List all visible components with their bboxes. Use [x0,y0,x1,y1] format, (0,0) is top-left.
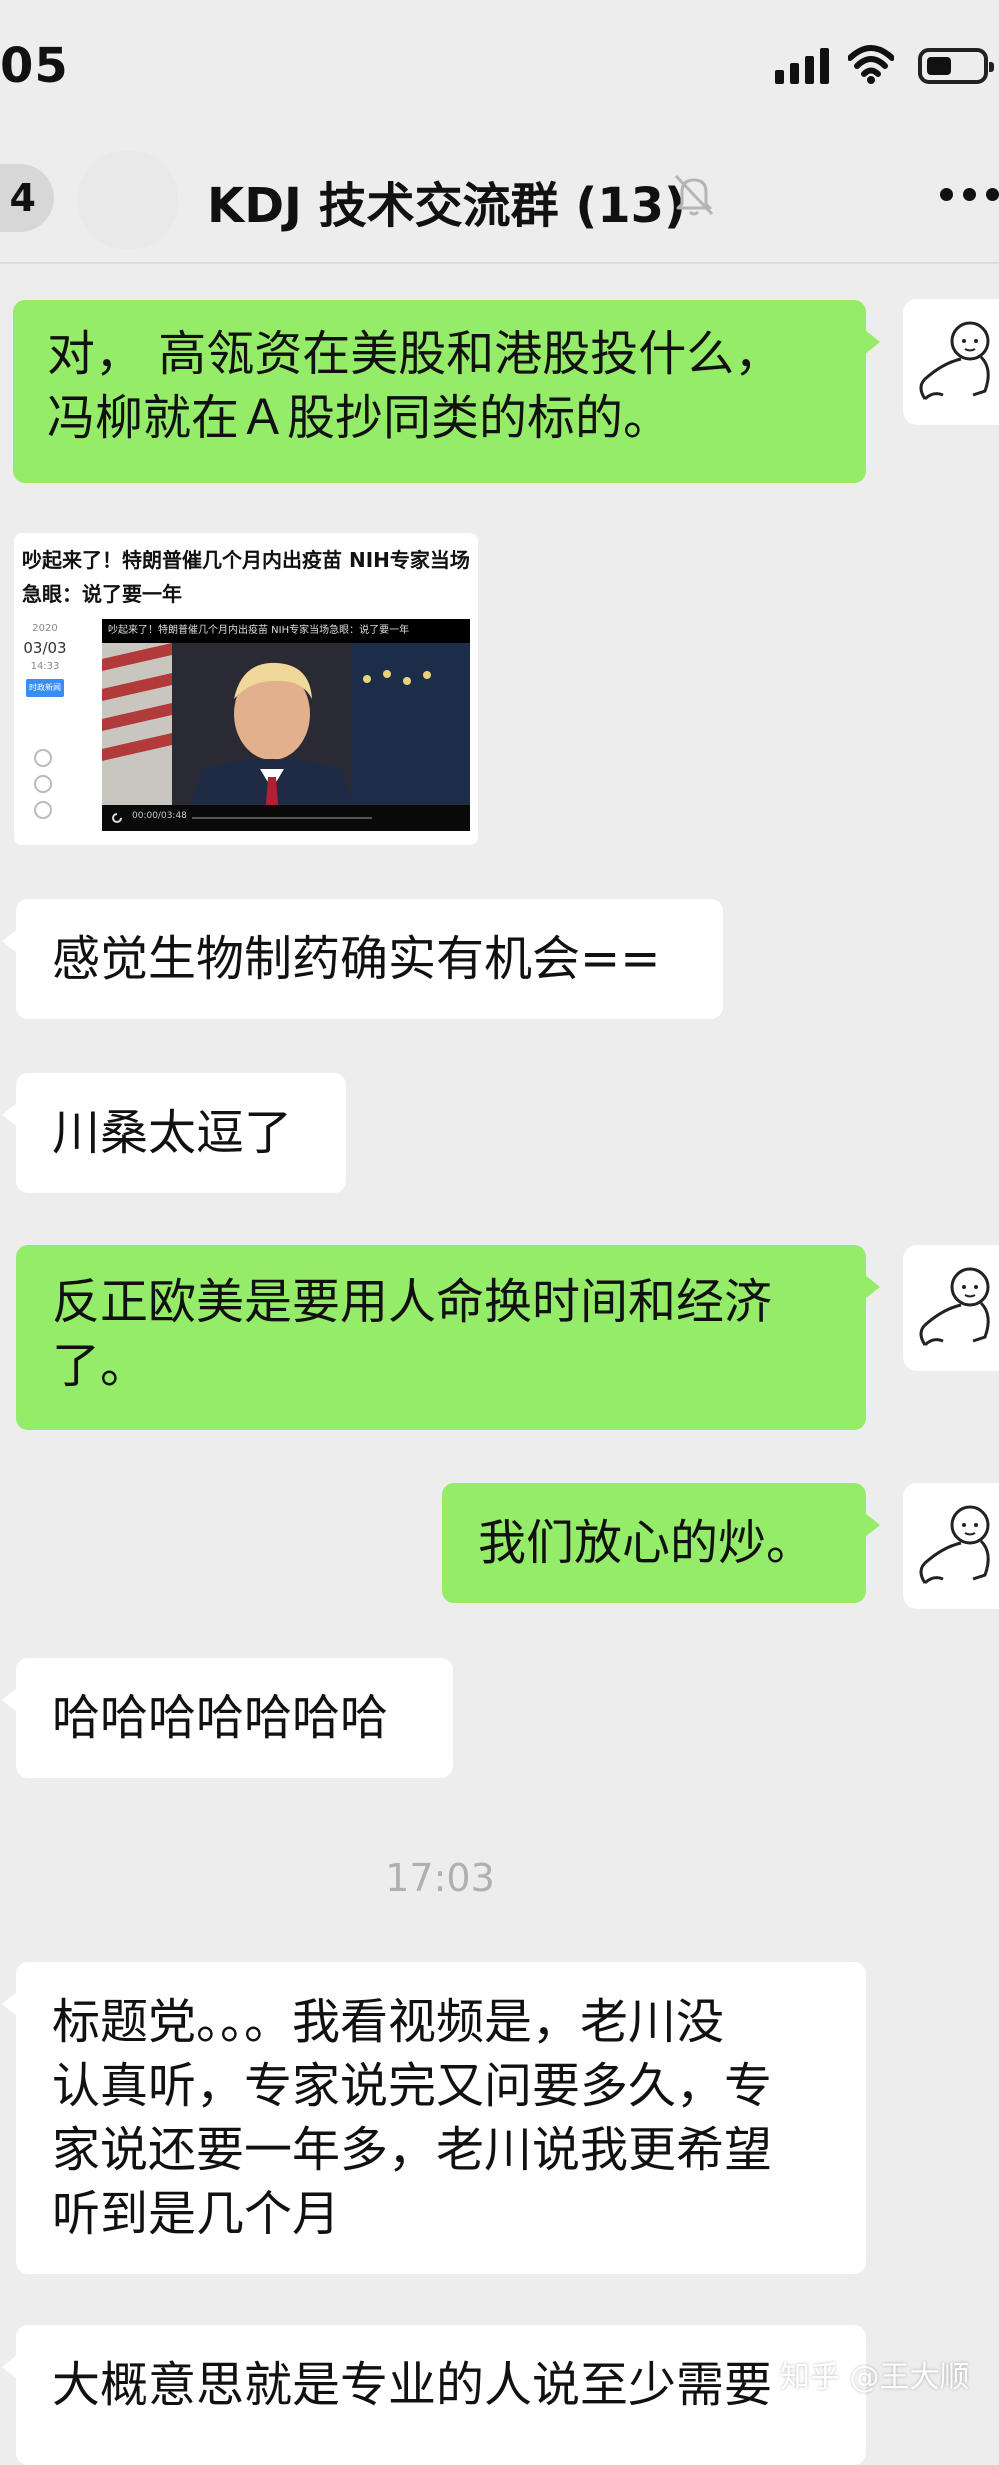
message-line: 了。 [52,1338,149,1394]
message-bubble[interactable]: 哈哈哈哈哈哈哈 [2,1658,453,1778]
card-tag: 时政新闻 [26,679,64,697]
back-unread-count[interactable]: 4 [0,164,54,232]
message-line: 川桑太逗了 [52,1105,293,1161]
message-bubble[interactable]: 感觉生物制药确实有机会== [2,899,723,1019]
video-time: 00:00/03:48 [132,811,187,821]
message-bubble[interactable]: 我们放心的炒。 [442,1483,880,1603]
chat-title: KDJ 技术交流群 (13) [207,178,686,234]
card-date-md: 03/03 [23,639,67,657]
shared-link-card[interactable]: 吵起来了！特朗普催几个月内出疫苗 NIH专家当场急眼：说了要一年 2020 03… [14,533,478,845]
card-date-time: 14:33 [30,661,60,672]
watermark: 知乎 @王大顺 [780,2360,970,2395]
message-line: 家说还要一年多，老川说我更希望 [52,2122,773,2178]
back-button[interactable] [78,150,178,250]
wifi-icon [848,45,894,84]
message-line: 认真听，专家说完又问要多久，专 [52,2058,773,2114]
sticker-avatar-icon[interactable] [903,1483,999,1609]
more-icon[interactable] [940,188,999,204]
title-divider [0,262,999,264]
message-bubble[interactable]: 对， 高瓴资在美股和港股投什么， 冯柳就在Ａ股抄同类的标的。 [13,300,880,483]
mute-bell-icon [674,174,714,216]
message-line: 哈哈哈哈哈哈哈 [52,1690,389,1746]
message-line: 对， 高瓴资在美股和港股投什么， [47,326,783,382]
status-time: 05 [0,38,69,94]
message-line: 听到是几个月 [52,2186,341,2242]
sticker-avatar-icon[interactable] [903,299,999,425]
message-bubble[interactable]: 反正欧美是要用人命换时间和经济 了。 [16,1245,880,1430]
sticker-avatar-icon[interactable] [903,1245,999,1371]
message-line: 大概意思就是专业的人说至少需要 [52,2357,773,2413]
time-separator: 17:03 [385,1856,495,1900]
message-bubble[interactable]: 川桑太逗了 [2,1073,346,1193]
battery-icon [918,48,994,84]
video-frame-image [102,619,470,831]
message-bubble[interactable]: 标题党。。。我看视频是，老川没 认真听，专家说完又问要多久，专 家说还要一年多，… [2,1962,866,2274]
message-line: 反正欧美是要用人命换时间和经济 [52,1274,773,1330]
video-controls[interactable]: 00:00/03:48 [102,805,470,831]
message-line: 冯柳就在Ａ股抄同类的标的。 [47,390,672,446]
card-date-year: 2020 [32,623,58,634]
message-line: 我们放心的炒。 [478,1515,815,1571]
card-side-icons [34,749,52,827]
signal-icon [775,48,829,84]
message-line: 感觉生物制药确实有机会== [52,931,661,987]
card-date: 2020 03/03 14:33 时政新闻 [22,621,68,697]
message-bubble[interactable]: 大概意思就是专业的人说至少需要 [2,2325,866,2465]
card-title: 吵起来了！特朗普催几个月内出疫苗 NIH专家当场急眼：说了要一年 [22,548,470,606]
message-line: 标题党。。。我看视频是，老川没 [52,1994,725,2050]
video-title-bar: 吵起来了！特朗普催几个月内出疫苗 NIH专家当场急眼：说了要一年 [102,619,470,643]
video-thumbnail[interactable]: 吵起来了！特朗普催几个月内出疫苗 NIH专家当场急眼：说了要一年 00:00/0… [102,619,470,831]
replay-icon[interactable] [110,811,124,825]
